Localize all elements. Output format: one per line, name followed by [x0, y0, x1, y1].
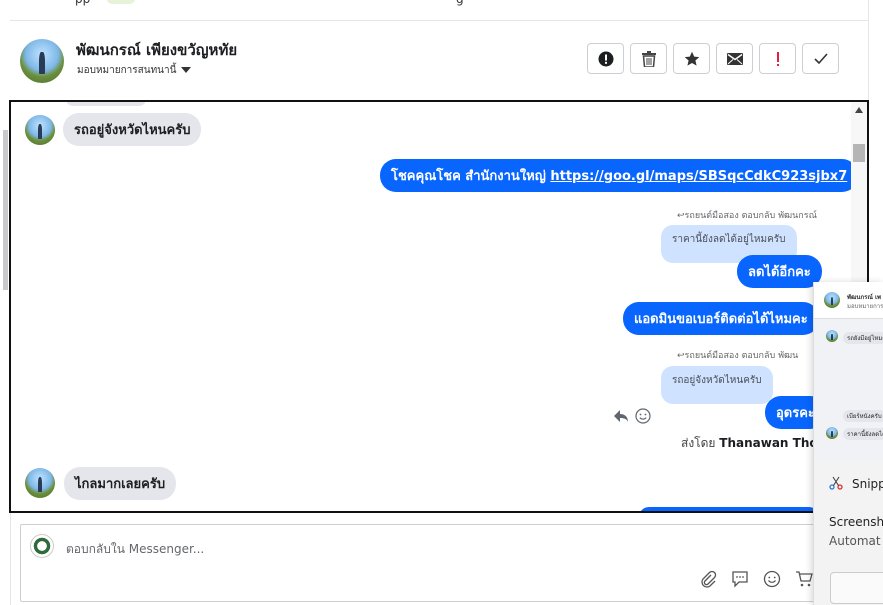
sender-avatar[interactable]	[25, 468, 55, 498]
contact-name[interactable]: พัฒนกรณ์ เพียงขวัญหทัย	[76, 38, 237, 62]
assign-label: มอบหมายการสนทนานี้	[77, 65, 177, 76]
priority-button[interactable]	[759, 43, 796, 74]
exclamation-icon	[776, 51, 779, 66]
attach-icon[interactable]	[699, 570, 717, 588]
saved-reply-icon[interactable]	[731, 570, 749, 588]
page-avatar	[30, 534, 54, 558]
thumbnail-message: เบียร์หนังครับ	[843, 410, 883, 422]
top-pill	[107, 0, 135, 4]
scroll-up-arrow[interactable]	[855, 107, 863, 113]
top-text-fragment: pp	[75, 0, 90, 6]
spam-button[interactable]	[587, 43, 624, 74]
mark-unread-button[interactable]	[716, 43, 753, 74]
snipping-notification[interactable]: Snipp Screensh Automat	[814, 462, 883, 605]
notification-title: Screensh	[829, 515, 883, 529]
divider	[868, 0, 869, 100]
snipping-tool-overlay: พัฒนกรณ์ เพ มอบหมายการสนทนานี้ รถยังมีอย…	[813, 282, 883, 605]
maps-link[interactable]: https://goo.gl/maps/SBSqcCdkC923sjbx7	[550, 169, 847, 184]
thumbnail-avatar	[826, 427, 838, 439]
reply-label: ↩รถยนต์มือสอง ตอบกลับ พัฒน	[677, 351, 799, 361]
conversation-header: พัฒนกรณ์ เพียงขวัญหทัย มอบหมายการสนทนานี…	[10, 21, 868, 100]
emoji-icon[interactable]	[763, 570, 781, 588]
message-bubble-partial	[66, 102, 146, 106]
checkmark-icon	[813, 52, 828, 64]
notification-app-title: Snipp	[852, 477, 883, 491]
scissors-icon	[829, 476, 843, 490]
chevron-down-icon	[181, 67, 192, 73]
outgoing-message: โชคคุณโชค สำนักงานใหญ่ https://goo.gl/ma…	[380, 159, 859, 192]
message-thread[interactable]: รถอยู่จังหวัดไหนครับ โชคคุณโชค สำนักงานใ…	[9, 100, 869, 513]
notification-body: Automat	[829, 534, 881, 548]
header-actions	[587, 43, 839, 74]
reply-composer[interactable]: ตอบกลับใน Messenger...	[20, 524, 852, 602]
assign-conversation-dropdown[interactable]: มอบหมายการสนทนานี้	[77, 63, 192, 78]
composer-tools	[699, 570, 813, 588]
sender-avatar[interactable]	[25, 115, 55, 145]
thumbnail-sub: มอบหมายการสนทนานี้	[847, 303, 883, 310]
trash-icon	[641, 50, 656, 67]
thumbnail-header: พัฒนกรณ์ เพ มอบหมายการสนทนานี้	[814, 282, 883, 319]
scrollbar-thumb[interactable]	[853, 144, 865, 162]
top-bar-fragment: pp g	[0, 0, 868, 21]
incoming-message: ไกลมากเลยครับ	[64, 467, 177, 500]
thumbnail-message: ราคานี้ยังลดได้	[843, 428, 883, 440]
outgoing-message: แอดมินขอเบอร์ติดต่อได้ไหมคะ	[623, 302, 819, 335]
cart-icon[interactable]	[795, 570, 813, 588]
outgoing-message: ลดได้อีกคะ	[737, 255, 822, 288]
message-bubble-partial	[639, 507, 819, 511]
emoji-reaction-icon[interactable]	[635, 408, 651, 424]
thumbnail-avatar	[826, 330, 838, 342]
thumbnail-avatar	[824, 292, 840, 308]
left-scrollbar-thumb[interactable]	[3, 130, 8, 290]
message-text: โชคคุณโชค สำนักงานใหญ่	[391, 169, 546, 184]
quoted-message: รถอยู่จังหวัดไหนครับ	[661, 366, 773, 404]
star-icon	[684, 51, 699, 66]
reply-input[interactable]: ตอบกลับใน Messenger...	[66, 540, 204, 559]
top-text-fragment-right: g	[456, 0, 464, 6]
alert-circle-icon	[598, 51, 613, 66]
thumbnail-message: รถยังมีอยู่ไหมครับ	[843, 332, 883, 344]
contact-avatar[interactable]	[20, 39, 64, 83]
notification-action-button[interactable]	[830, 572, 883, 604]
reply-icon[interactable]	[613, 409, 629, 423]
reply-label: ↩รถยนต์มือสอง ตอบกลับ พัฒนกรณ์	[677, 211, 817, 221]
follow-up-button[interactable]	[673, 43, 710, 74]
message-tools	[613, 408, 651, 424]
delete-button[interactable]	[630, 43, 667, 74]
screenshot-thumbnail[interactable]: พัฒนกรณ์ เพ มอบหมายการสนทนานี้ รถยังมีอย…	[814, 282, 883, 462]
incoming-message: รถอยู่จังหวัดไหนครับ	[63, 113, 202, 146]
sent-by-label: ส่งโดย Thanawan Thon	[681, 436, 827, 450]
mark-done-button[interactable]	[802, 43, 839, 74]
envelope-icon	[726, 52, 743, 65]
